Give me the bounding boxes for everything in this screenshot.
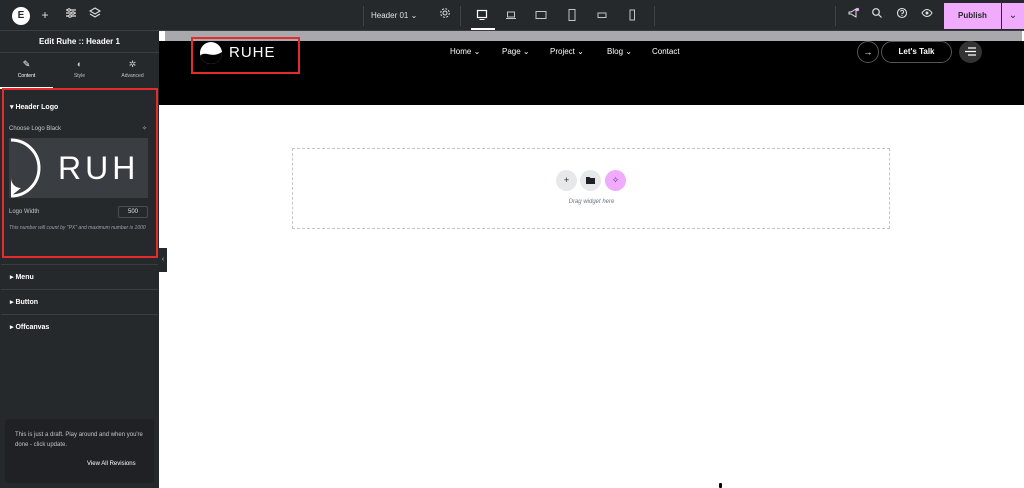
preview-eye-icon[interactable] <box>919 7 935 23</box>
divider <box>460 6 461 26</box>
section-title: Menu <box>15 274 34 281</box>
divider <box>363 6 364 26</box>
logo-width-input[interactable]: 500 <box>118 206 148 218</box>
tablet-portrait-device-icon[interactable] <box>566 8 580 22</box>
lets-talk-button[interactable]: Let's Talk <box>881 41 952 63</box>
add-element-icon[interactable]: + <box>37 7 53 23</box>
dropzone-hint: Drag widget here <box>568 199 615 205</box>
arrow-right-icon[interactable]: → <box>857 41 879 63</box>
publish-options-chevron-icon[interactable]: ⌄ <box>1002 3 1024 29</box>
draft-text: This is just a draft. Play around and wh… <box>15 432 143 448</box>
canvas-cursor-mark <box>719 483 722 488</box>
publish-button[interactable]: Publish <box>944 3 1001 29</box>
nav-item-home[interactable]: Home ⌄ <box>450 46 480 58</box>
tab-advanced[interactable]: ✲ Advanced <box>106 59 159 89</box>
tab-content[interactable]: ✎ Content <box>0 59 53 89</box>
gear-icon: ✲ <box>128 59 137 69</box>
section-title: Header Logo <box>15 104 59 111</box>
notifications-megaphone-icon[interactable] <box>845 7 861 23</box>
section-header-logo[interactable]: ▾ Header Logo <box>10 103 58 111</box>
brand-name[interactable]: RUHE <box>229 42 276 64</box>
document-title-dropdown[interactable]: Header 01 ⌄ <box>371 0 433 31</box>
contrast-icon: ◐ <box>76 59 83 69</box>
editor-topbar: E + Header 01 ⌄ Publish ⌄ <box>0 0 1024 31</box>
help-icon[interactable] <box>894 7 910 23</box>
tab-style[interactable]: ◐ Style <box>53 59 106 89</box>
section-offcanvas[interactable]: ▸ Offcanvas <box>1 314 158 340</box>
section-button[interactable]: ▸ Button <box>1 289 158 315</box>
page-settings-gear-icon[interactable] <box>437 7 453 23</box>
divider <box>654 6 655 26</box>
logo-image-picker[interactable]: RUH <box>9 138 148 198</box>
brand-logo-icon[interactable] <box>200 42 222 64</box>
logo-preview-text: RUH <box>58 150 140 186</box>
mobile-landscape-device-icon[interactable] <box>596 8 610 22</box>
view-revisions-link[interactable]: View All Revisions <box>87 461 136 467</box>
site-settings-icon[interactable] <box>63 7 79 23</box>
logo-width-label: Logo Width <box>9 209 40 215</box>
tab-label: Content <box>17 73 36 79</box>
nav-item-project[interactable]: Project ⌄ <box>550 46 584 58</box>
offcanvas-menu-icon[interactable] <box>959 41 982 63</box>
section-title: Button <box>15 299 39 306</box>
pencil-icon: ✎ <box>22 59 31 69</box>
laptop-device-icon[interactable] <box>505 8 519 22</box>
choose-logo-label: Choose Logo Black <box>9 126 62 132</box>
collapse-panel-chevron-icon[interactable]: ‹ <box>159 248 167 272</box>
ai-sparkle-icon[interactable]: ✧ <box>142 125 147 132</box>
structure-layers-icon[interactable] <box>87 7 103 23</box>
logo-width-help-text: This number will count by "PX" and maxim… <box>9 225 146 231</box>
draft-notice: This is just a draft. Play around and wh… <box>5 419 154 483</box>
nav-item-contact[interactable]: Contact <box>652 46 680 58</box>
elementor-logo-icon[interactable]: E <box>12 7 30 25</box>
section-title: Offcanvas <box>15 324 50 331</box>
add-section-plus-icon[interactable]: + <box>556 170 577 191</box>
tablet-landscape-device-icon[interactable] <box>535 8 549 22</box>
mobile-portrait-device-icon[interactable] <box>626 8 640 22</box>
desktop-device-icon[interactable] <box>471 8 495 30</box>
panel-title: Edit Ruhe :: Header 1 <box>0 31 159 53</box>
tab-label: Style <box>73 73 86 79</box>
section-menu[interactable]: ▸ Menu <box>1 264 158 290</box>
search-icon[interactable] <box>869 7 885 23</box>
nav-item-blog[interactable]: Blog ⌄ <box>607 46 632 58</box>
nav-item-page[interactable]: Page ⌄ <box>502 46 530 58</box>
tab-label: Advanced <box>121 73 144 79</box>
template-library-folder-icon[interactable] <box>580 170 601 191</box>
divider <box>835 6 836 26</box>
ai-sparkle-icon[interactable]: ✧ <box>605 170 626 191</box>
